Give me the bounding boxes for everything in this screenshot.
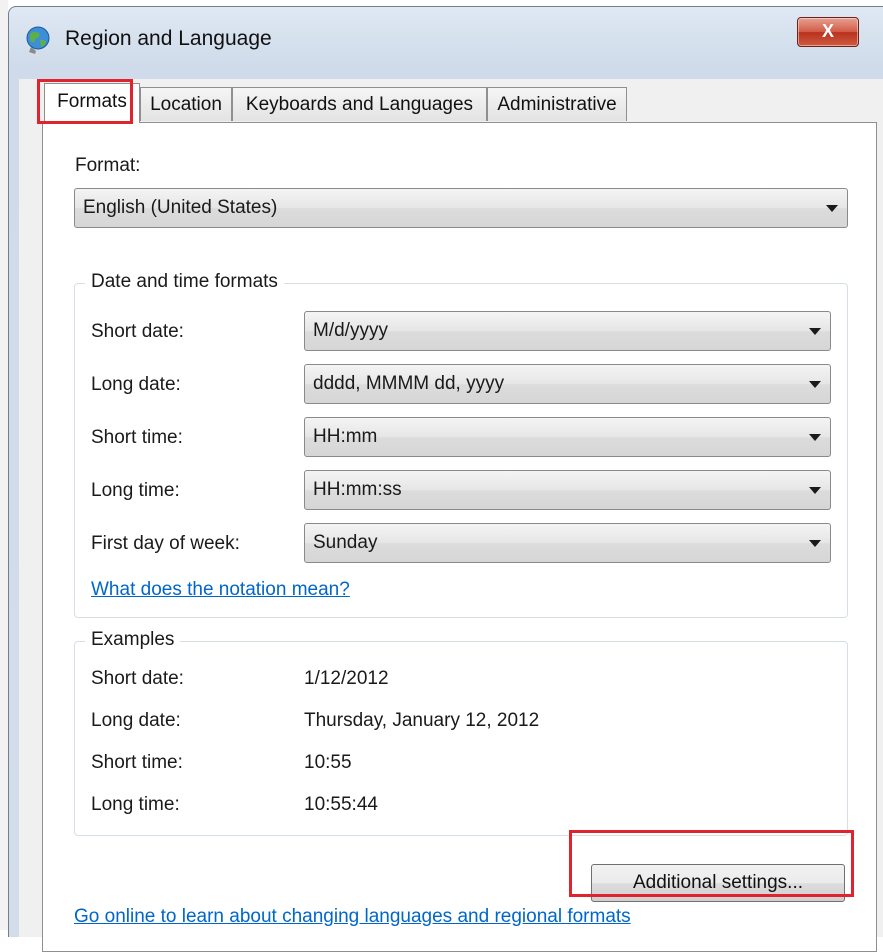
window-title: Region and Language [65, 27, 272, 50]
chevron-down-icon [826, 205, 838, 212]
long-date-select[interactable]: dddd, MMMM dd, yyyy [304, 364, 831, 404]
notation-help-link[interactable]: What does the notation mean? [91, 579, 350, 601]
short-date-select-value: M/d/yyyy [313, 320, 388, 341]
tab-location[interactable]: Location [140, 87, 232, 121]
examples-group: Examples Short date: 1/12/2012 Long date… [74, 629, 848, 836]
first-day-of-week-label: First day of week: [91, 533, 240, 554]
short-time-label: Short time: [91, 427, 183, 448]
short-date-label: Short date: [91, 321, 184, 342]
long-time-label: Long time: [91, 480, 180, 501]
desktop-edge [0, 0, 8, 930]
close-button[interactable]: X [797, 17, 859, 47]
tab-administrative[interactable]: Administrative [487, 87, 627, 121]
chevron-down-icon [809, 487, 821, 494]
formats-panel: Format: English (United States) Date and… [42, 122, 877, 952]
short-time-select[interactable]: HH:mm [304, 417, 831, 457]
additional-settings-button[interactable]: Additional settings... [591, 864, 845, 902]
example-short-time-value: 10:55 [304, 752, 352, 773]
format-select-value: English (United States) [83, 197, 278, 218]
tab-formats[interactable]: Formats [44, 83, 140, 123]
example-short-time-label: Short time: [91, 752, 183, 773]
long-date-label: Long date: [91, 374, 181, 395]
tab-keyboards-and-languages[interactable]: Keyboards and Languages [232, 87, 487, 121]
example-long-date-value: Thursday, January 12, 2012 [304, 710, 540, 731]
chevron-down-icon [809, 434, 821, 441]
chevron-down-icon [809, 328, 821, 335]
chevron-down-icon [809, 540, 821, 547]
region-language-dialog: Region and Language X Formats Location K… [8, 6, 883, 952]
example-long-time-label: Long time: [91, 794, 180, 815]
dialog-client: Formats Location Keyboards and Languages… [19, 79, 883, 952]
first-day-of-week-select-value: Sunday [313, 532, 378, 553]
long-date-select-value: dddd, MMMM dd, yyyy [313, 373, 505, 394]
chevron-down-icon [809, 381, 821, 388]
long-time-select[interactable]: HH:mm:ss [304, 470, 831, 510]
globe-icon [26, 26, 50, 54]
first-day-of-week-select[interactable]: Sunday [304, 523, 831, 563]
date-time-formats-legend: Date and time formats [85, 271, 284, 293]
example-long-time-value: 10:55:44 [304, 794, 378, 815]
format-select[interactable]: English (United States) [74, 188, 848, 228]
example-short-date-value: 1/12/2012 [304, 668, 389, 689]
example-short-date-label: Short date: [91, 668, 184, 689]
short-date-select[interactable]: M/d/yyyy [304, 311, 831, 351]
date-time-formats-group: Date and time formats Short date: M/d/yy… [74, 271, 848, 618]
examples-legend: Examples [85, 629, 181, 651]
example-long-date-label: Long date: [91, 710, 181, 731]
format-label: Format: [75, 155, 141, 176]
short-time-select-value: HH:mm [313, 426, 378, 447]
long-time-select-value: HH:mm:ss [313, 479, 402, 500]
online-help-link[interactable]: Go online to learn about changing langua… [74, 906, 631, 928]
